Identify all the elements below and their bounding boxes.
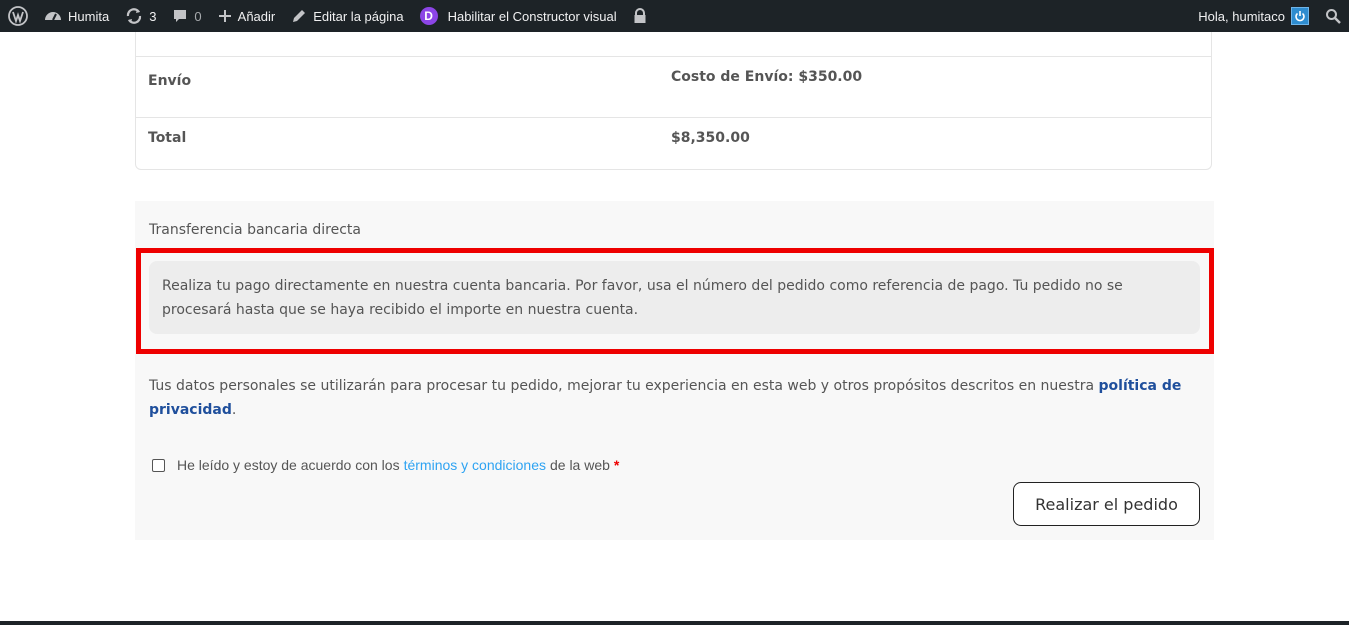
divi-logo-icon: D (419, 7, 438, 25)
payment-description: Realiza tu pago directamente en nuestra … (149, 261, 1200, 334)
avatar (1291, 7, 1309, 25)
lock-icon (633, 8, 647, 24)
terms-row: He leído y estoy de acuerdo con los térm… (152, 457, 619, 473)
order-totals-table: Envío Costo de Envío: $350.00 Total $8,3… (135, 32, 1212, 170)
site-name: Humita (68, 8, 110, 24)
privacy-notice: Tus datos personales se utilizarán para … (149, 374, 1199, 422)
updates-menu[interactable]: 3 (117, 0, 164, 32)
visual-builder-label: Habilitar el Constructor visual (447, 8, 617, 24)
updates-count: 3 (149, 8, 157, 24)
terms-link[interactable]: términos y condiciones (404, 457, 546, 473)
lock-menu[interactable] (625, 0, 661, 32)
edit-page-link[interactable]: Editar la página (283, 0, 411, 32)
payment-section: Transferencia bancaria directa Realiza t… (135, 201, 1214, 540)
terms-prefix: He leído y estoy de acuerdo con los (177, 457, 400, 473)
total-row: Total $8,350.00 (136, 117, 1211, 170)
terms-suffix: de la web (549, 457, 610, 473)
admin-bar-right: Hola, humitaco (1190, 0, 1349, 32)
comments-count: 0 (194, 8, 202, 24)
search-icon (1325, 8, 1341, 24)
shipping-row: Envío Costo de Envío: $350.00 (136, 56, 1211, 117)
terms-checkbox[interactable] (152, 458, 165, 472)
privacy-end: . (231, 402, 237, 418)
updates-icon (125, 7, 143, 25)
shipping-label: Envío (148, 73, 192, 89)
place-order-button[interactable]: Realizar el pedido (1013, 482, 1200, 526)
add-new-label: Añadir (237, 8, 276, 24)
account-menu[interactable]: Hola, humitaco (1190, 0, 1313, 32)
add-new-menu[interactable]: Añadir (210, 0, 284, 32)
dashboard-icon (44, 8, 62, 24)
search-button[interactable] (1313, 0, 1349, 32)
edit-page-label: Editar la página (313, 8, 404, 24)
visual-builder-link[interactable]: D Habilitar el Constructor visual (412, 0, 625, 32)
power-icon (1295, 11, 1305, 22)
comments-menu[interactable]: 0 (164, 0, 209, 32)
plus-icon (218, 9, 232, 23)
privacy-text: Tus datos personales se utilizarán para … (149, 378, 1095, 394)
shipping-value: Costo de Envío: $350.00 (671, 69, 863, 85)
site-name-menu[interactable]: Humita (36, 0, 117, 32)
footer-edge (0, 621, 1349, 625)
admin-bar: Humita 3 0 Añadir Editar la página D Hab… (0, 0, 1349, 32)
required-mark: * (613, 457, 620, 473)
total-label: Total (148, 130, 187, 146)
payment-method-label[interactable]: Transferencia bancaria directa (149, 222, 361, 238)
comment-icon (172, 8, 188, 24)
total-value: $8,350.00 (671, 130, 750, 146)
wordpress-logo-menu[interactable] (0, 0, 36, 32)
wordpress-icon (8, 6, 28, 26)
pencil-icon (291, 8, 307, 24)
greeting-label: Hola, humitaco (1198, 8, 1285, 24)
